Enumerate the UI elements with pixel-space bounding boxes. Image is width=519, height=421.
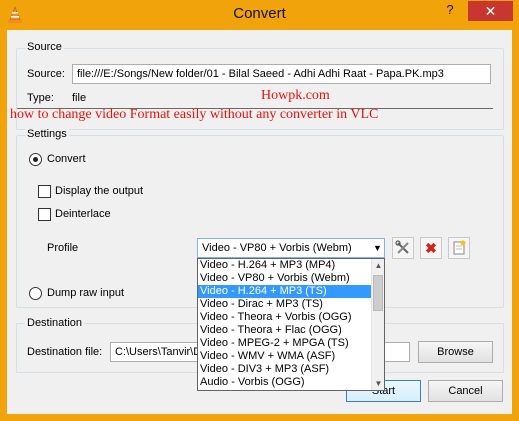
settings-group-label: Settings [25, 128, 69, 140]
display-output-checkbox[interactable] [38, 185, 51, 198]
source-label: Source: [27, 68, 65, 80]
profile-selected-value: Video - VP80 + Vorbis (Webm) [202, 242, 352, 254]
browse-button[interactable]: Browse [418, 341, 493, 363]
dropdown-scrollbar[interactable]: ▲ ▼ [371, 259, 384, 390]
help-button[interactable]: ? [440, 1, 460, 21]
convert-radio[interactable] [29, 153, 42, 166]
deinterlace-checkbox[interactable] [38, 208, 51, 221]
scroll-thumb[interactable] [373, 275, 383, 311]
scroll-up-arrow-icon[interactable]: ▲ [372, 259, 385, 272]
radio-selected-dot [33, 157, 38, 162]
profile-option[interactable]: Video - H.264 + MP3 (MP4) [198, 259, 371, 272]
new-document-icon[interactable] [448, 237, 470, 259]
deinterlace-label: Deinterlace [55, 208, 111, 220]
profile-option[interactable]: Audio - Vorbis (OGG) [198, 376, 371, 389]
overlay-caption: how to change video Format easily withou… [10, 107, 379, 122]
profile-option[interactable]: Video - H.264 + MP3 (TS) [198, 285, 371, 298]
profile-options: Video - H.264 + MP3 (MP4) Video - VP80 + … [198, 259, 371, 389]
red-x-icon[interactable]: ✖ [420, 237, 442, 259]
profile-option[interactable]: Video - MPEG-2 + MPGA (TS) [198, 337, 371, 350]
destination-group-label: Destination [25, 317, 85, 329]
dialog-body: Source Source: file:///E:/Songs/New fold… [7, 30, 512, 414]
watermark-site: Howpk.com [261, 88, 330, 103]
dump-raw-radio[interactable] [29, 287, 42, 300]
chevron-down-icon: ▼ [373, 243, 382, 253]
profile-option[interactable]: Video - Theora + Vorbis (OGG) [198, 311, 371, 324]
dump-raw-label: Dump raw input [47, 287, 125, 299]
source-group-label: Source [25, 41, 64, 53]
type-value: file [72, 92, 87, 104]
profile-label: Profile [47, 242, 79, 254]
type-label: Type: [27, 92, 54, 104]
profile-select[interactable]: Video - VP80 + Vorbis (Webm) ▼ [197, 238, 385, 258]
display-output-label: Display the output [55, 185, 144, 197]
profile-option[interactable]: Video - VP80 + Vorbis (Webm) [198, 272, 371, 285]
profile-dropdown-list: Video - H.264 + MP3 (MP4) Video - VP80 + … [197, 258, 385, 391]
wrench-screwdriver-icon[interactable] [392, 237, 414, 259]
destination-file-label: Destination file: [27, 346, 103, 358]
convert-label: Convert [47, 153, 86, 165]
profile-option[interactable]: Video - Dirac + MP3 (TS) [198, 298, 371, 311]
source-input[interactable]: file:///E:/Songs/New folder/01 - Bilal S… [72, 64, 491, 84]
cancel-button[interactable]: Cancel [428, 380, 503, 402]
close-button[interactable]: ✕ [468, 1, 513, 21]
profile-option[interactable]: Video - WMV + WMA (ASF) [198, 350, 371, 363]
profile-option[interactable]: Video - Theora + Flac (OGG) [198, 324, 371, 337]
profile-option[interactable]: Video - DIV3 + MP3 (ASF) [198, 363, 371, 376]
scroll-down-arrow-icon[interactable]: ▼ [372, 377, 385, 390]
